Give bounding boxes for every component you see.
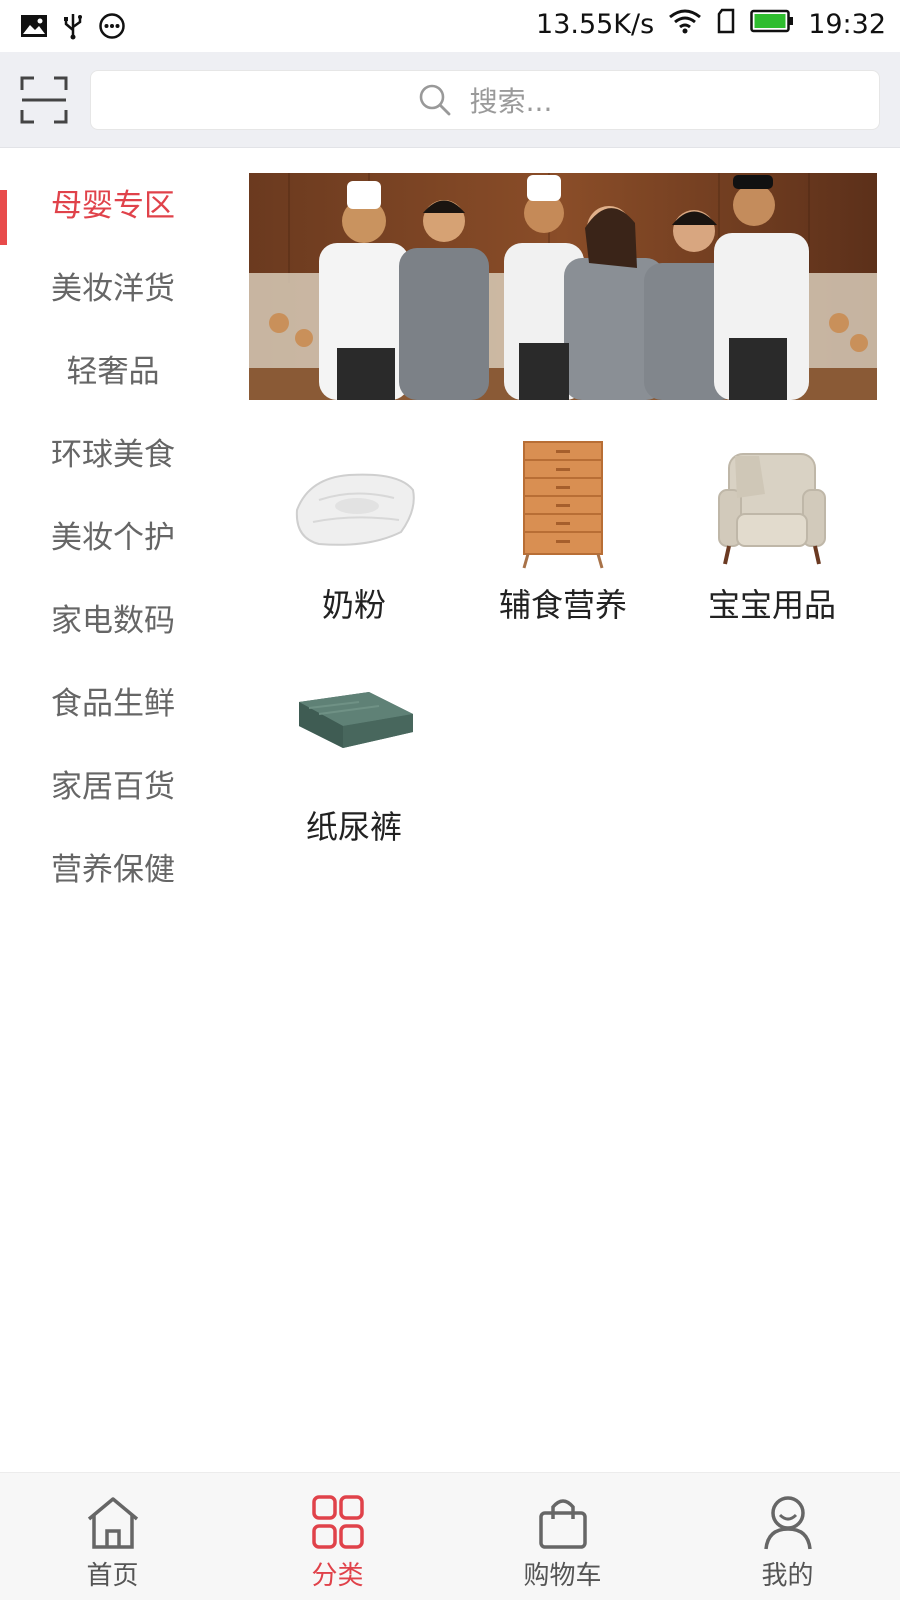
folded-blanket-icon: [299, 692, 413, 748]
sidebar-item-personal-care[interactable]: 美妆个护: [0, 493, 226, 576]
subcategory-milk-powder[interactable]: 奶粉: [249, 440, 459, 640]
sim-icon: [716, 8, 736, 41]
sidebar-item-label: 美妆洋货: [51, 271, 175, 307]
scan-icon: [20, 76, 68, 124]
sidebar-item-label: 环球美食: [51, 437, 175, 473]
sidebar-item-electronics[interactable]: 家电数码: [0, 576, 226, 659]
category-grid-icon: [312, 1495, 364, 1549]
sidebar-item-label: 母婴专区: [51, 188, 175, 224]
sidebar-item-global-food[interactable]: 环球美食: [0, 410, 226, 493]
subcategory-diapers[interactable]: 纸尿裤: [249, 662, 459, 862]
sidebar-item-label: 家电数码: [51, 603, 175, 639]
nav-profile[interactable]: 我的: [675, 1473, 900, 1600]
subcategory-label: 辅食营养: [498, 586, 627, 624]
subcategory-label: 奶粉: [321, 586, 386, 624]
sidebar-item-fresh-food[interactable]: 食品生鲜: [0, 659, 226, 742]
promo-banner[interactable]: [249, 173, 877, 400]
sidebar-item-label: 食品生鲜: [51, 686, 175, 722]
nav-home[interactable]: 首页: [0, 1473, 225, 1600]
sidebar-item-maternal-baby[interactable]: 母婴专区: [0, 161, 226, 245]
nav-category[interactable]: 分类: [225, 1473, 450, 1600]
sidebar-item-light-luxury[interactable]: 轻奢品: [0, 327, 226, 410]
pillow-icon: [295, 473, 415, 546]
subcategory-label: 纸尿裤: [305, 808, 402, 846]
status-bar: 13.55K/s 19:32: [0, 0, 900, 52]
wifi-icon: [668, 8, 702, 41]
subcategory-label: 宝宝用品: [707, 586, 836, 624]
image-icon: [20, 14, 48, 42]
shopping-bag-icon: [539, 1499, 587, 1549]
subcategory-baby-supplies[interactable]: 宝宝用品: [667, 440, 877, 640]
scan-button[interactable]: [18, 74, 70, 126]
bottom-nav: 首页 分类 购物车 我的: [0, 1472, 900, 1600]
battery-icon: [750, 9, 794, 40]
subcategory-complementary-food[interactable]: 辅食营养: [458, 440, 668, 640]
nav-cart[interactable]: 购物车: [450, 1473, 675, 1600]
sidebar-item-label: 家居百货: [51, 769, 175, 805]
active-indicator: [0, 190, 7, 245]
sidebar-item-label: 美妆个护: [51, 520, 175, 556]
nav-label: 分类: [311, 1561, 364, 1591]
sidebar-item-nutrition[interactable]: 营养保健: [0, 825, 226, 908]
sidebar-item-label: 营养保健: [51, 852, 175, 888]
armchair-icon: [718, 453, 826, 565]
network-speed: 13.55K/s: [536, 9, 655, 40]
search-input[interactable]: 搜索...: [90, 70, 880, 130]
sidebar-item-beauty-imports[interactable]: 美妆洋货: [0, 244, 226, 327]
dresser-icon: [522, 441, 604, 569]
clock: 19:32: [808, 9, 886, 40]
sidebar-item-label: 轻奢品: [66, 354, 160, 390]
sidebar-item-home-goods[interactable]: 家居百货: [0, 742, 226, 825]
search-icon: [419, 84, 451, 116]
banner-photo: [249, 173, 877, 400]
user-icon: [764, 1496, 812, 1550]
more-dots-icon: [98, 12, 126, 44]
category-sidebar: 母婴专区 美妆洋货 轻奢品 环球美食 美妆个护 家电数码 食品生鲜 家居百货 营…: [0, 148, 226, 1472]
usb-icon: [62, 12, 84, 44]
nav-label: 我的: [761, 1561, 814, 1591]
nav-label: 购物车: [523, 1561, 602, 1591]
nav-label: 首页: [86, 1561, 139, 1591]
home-icon: [87, 1497, 139, 1549]
search-header: 搜索...: [0, 52, 900, 148]
search-placeholder: 搜索...: [469, 85, 553, 118]
